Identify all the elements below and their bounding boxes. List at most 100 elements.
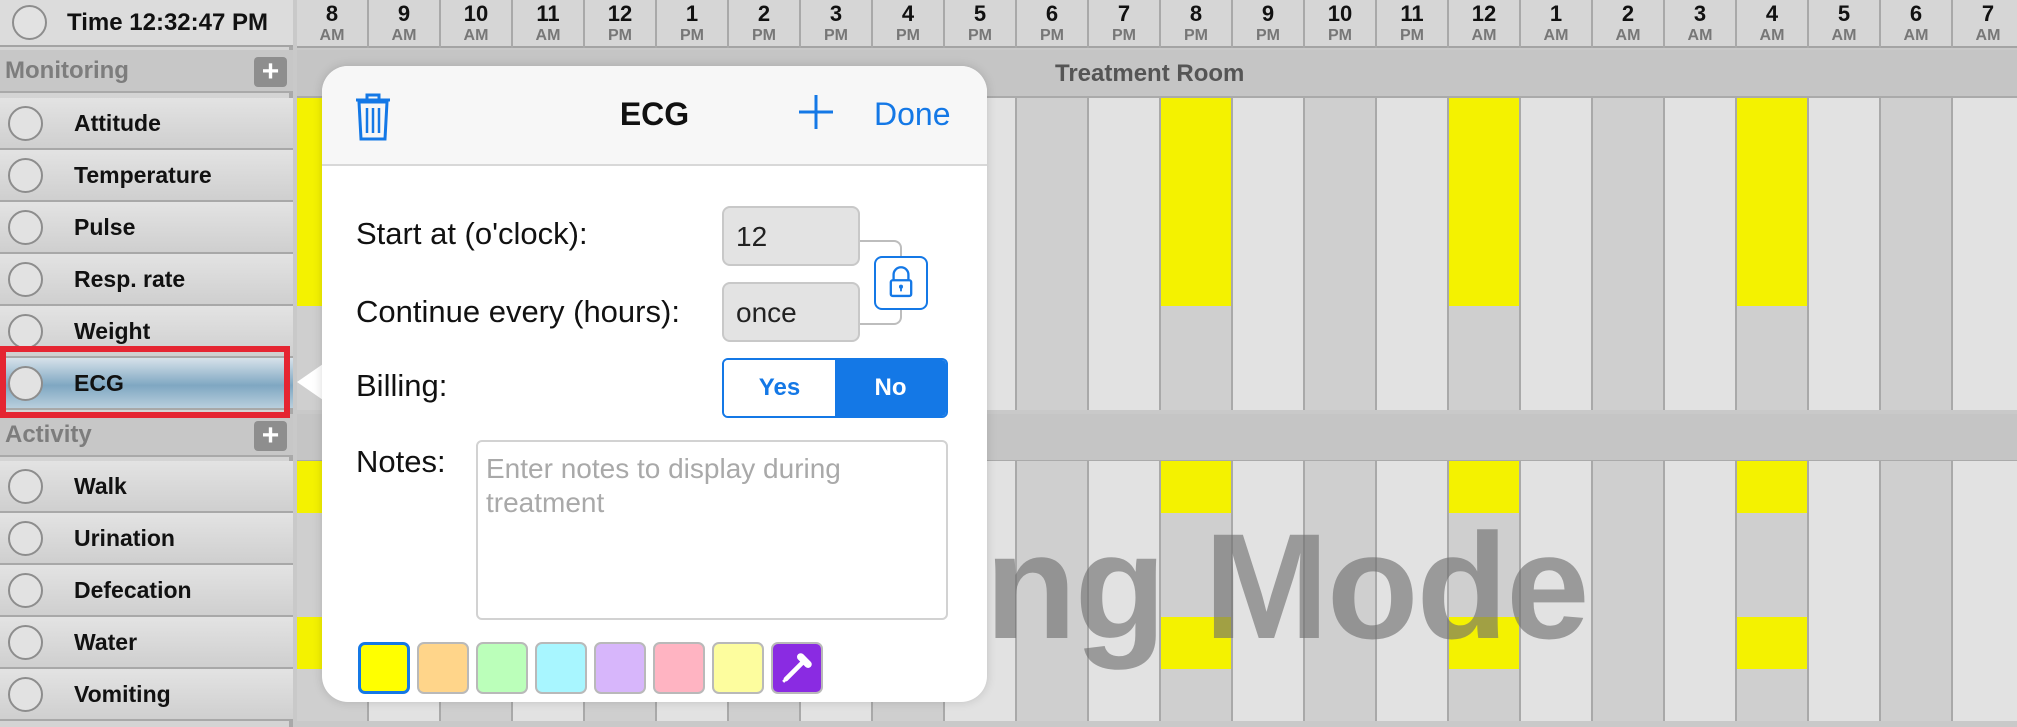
grid-cell[interactable] (1737, 669, 1809, 721)
grid-cell[interactable] (1521, 669, 1593, 721)
grid-cell[interactable] (1449, 306, 1521, 358)
row-urination[interactable]: Urination (0, 513, 293, 565)
scheduled-cell[interactable] (1737, 254, 1809, 306)
grid-cell[interactable] (1449, 513, 1521, 565)
row-ecg[interactable]: ECG (0, 358, 293, 410)
row-checkbox[interactable] (8, 313, 43, 349)
grid-cell[interactable] (1449, 565, 1521, 617)
grid-cell[interactable] (1305, 617, 1377, 669)
scheduled-cell[interactable] (1161, 617, 1233, 669)
row-defecation[interactable]: Defecation (0, 565, 293, 617)
scheduled-cell[interactable] (1737, 202, 1809, 254)
grid-cell[interactable] (1521, 150, 1593, 202)
grid-cell[interactable] (1305, 358, 1377, 410)
row-water[interactable]: Water (0, 617, 293, 669)
grid-cell[interactable] (1809, 202, 1881, 254)
grid-cell[interactable] (1737, 306, 1809, 358)
grid-cell[interactable] (1089, 254, 1161, 306)
grid-cell[interactable] (1089, 150, 1161, 202)
row-resp-rate[interactable]: Resp. rate (0, 254, 293, 306)
grid-cell[interactable] (1017, 98, 1089, 150)
color-swatch[interactable] (653, 642, 705, 694)
grid-cell[interactable] (1089, 513, 1161, 565)
grid-cell[interactable] (1521, 202, 1593, 254)
grid-cell[interactable] (1953, 306, 2017, 358)
grid-cell[interactable] (1305, 150, 1377, 202)
row-checkbox[interactable] (8, 468, 43, 504)
scheduled-cell[interactable] (1449, 150, 1521, 202)
grid-cell[interactable] (1809, 565, 1881, 617)
grid-cell[interactable] (1377, 306, 1449, 358)
add-icon[interactable] (796, 92, 836, 132)
grid-cell[interactable] (1521, 461, 1593, 513)
row-attitude[interactable]: Attitude (0, 98, 293, 150)
grid-cell[interactable] (1665, 202, 1737, 254)
scheduled-cell[interactable] (1737, 98, 1809, 150)
grid-cell[interactable] (1737, 358, 1809, 410)
grid-cell[interactable] (1377, 150, 1449, 202)
grid-cell[interactable] (1017, 202, 1089, 254)
grid-cell[interactable] (1305, 98, 1377, 150)
grid-cell[interactable] (1593, 202, 1665, 254)
grid-cell[interactable] (1665, 461, 1737, 513)
grid-cell[interactable] (1881, 98, 1953, 150)
grid-cell[interactable] (1809, 98, 1881, 150)
grid-cell[interactable] (1233, 306, 1305, 358)
scheduled-cell[interactable] (1737, 617, 1809, 669)
grid-cell[interactable] (1665, 306, 1737, 358)
grid-cell[interactable] (1089, 306, 1161, 358)
grid-cell[interactable] (1377, 617, 1449, 669)
color-swatch[interactable] (417, 642, 469, 694)
grid-cell[interactable] (1017, 513, 1089, 565)
grid-cell[interactable] (1665, 669, 1737, 721)
grid-cell[interactable] (1233, 358, 1305, 410)
scheduled-cell[interactable] (1161, 98, 1233, 150)
grid-cell[interactable] (1665, 358, 1737, 410)
grid-cell[interactable] (1737, 513, 1809, 565)
grid-cell[interactable] (1881, 150, 1953, 202)
scheduled-cell[interactable] (1449, 617, 1521, 669)
grid-cell[interactable] (1665, 150, 1737, 202)
row-checkbox[interactable] (8, 365, 43, 401)
start-hour-field[interactable]: 12 (722, 206, 860, 266)
grid-cell[interactable] (1377, 669, 1449, 721)
grid-cell[interactable] (1089, 98, 1161, 150)
grid-cell[interactable] (1233, 150, 1305, 202)
grid-cell[interactable] (1305, 565, 1377, 617)
color-swatch[interactable] (358, 642, 410, 694)
grid-cell[interactable] (1953, 202, 2017, 254)
lock-button[interactable] (874, 256, 928, 310)
grid-cell[interactable] (1809, 358, 1881, 410)
billing-yes-option[interactable]: Yes (724, 360, 835, 416)
grid-cell[interactable] (1881, 358, 1953, 410)
grid-cell[interactable] (1305, 254, 1377, 306)
grid-cell[interactable] (1665, 617, 1737, 669)
grid-cell[interactable] (1089, 617, 1161, 669)
grid-cell[interactable] (1593, 150, 1665, 202)
row-checkbox[interactable] (8, 157, 43, 193)
color-swatch[interactable] (476, 642, 528, 694)
grid-cell[interactable] (1233, 461, 1305, 513)
row-checkbox[interactable] (8, 105, 43, 141)
grid-cell[interactable] (1665, 513, 1737, 565)
notes-textarea[interactable]: Enter notes to display during treatment (476, 440, 948, 620)
grid-cell[interactable] (1953, 513, 2017, 565)
time-circle-toggle[interactable] (12, 5, 47, 40)
grid-cell[interactable] (1089, 358, 1161, 410)
grid-cell[interactable] (1377, 513, 1449, 565)
scheduled-cell[interactable] (1737, 150, 1809, 202)
grid-cell[interactable] (1161, 306, 1233, 358)
grid-cell[interactable] (1377, 202, 1449, 254)
row-checkbox[interactable] (8, 624, 43, 660)
color-swatch[interactable] (535, 642, 587, 694)
done-button[interactable]: Done (874, 96, 951, 133)
grid-cell[interactable] (1953, 150, 2017, 202)
scheduled-cell[interactable] (1737, 461, 1809, 513)
color-swatch[interactable] (712, 642, 764, 694)
eyedropper-icon[interactable] (771, 642, 823, 694)
grid-cell[interactable] (1593, 617, 1665, 669)
grid-cell[interactable] (1449, 358, 1521, 410)
scheduled-cell[interactable] (1161, 461, 1233, 513)
grid-cell[interactable] (1233, 669, 1305, 721)
grid-cell[interactable] (1809, 617, 1881, 669)
